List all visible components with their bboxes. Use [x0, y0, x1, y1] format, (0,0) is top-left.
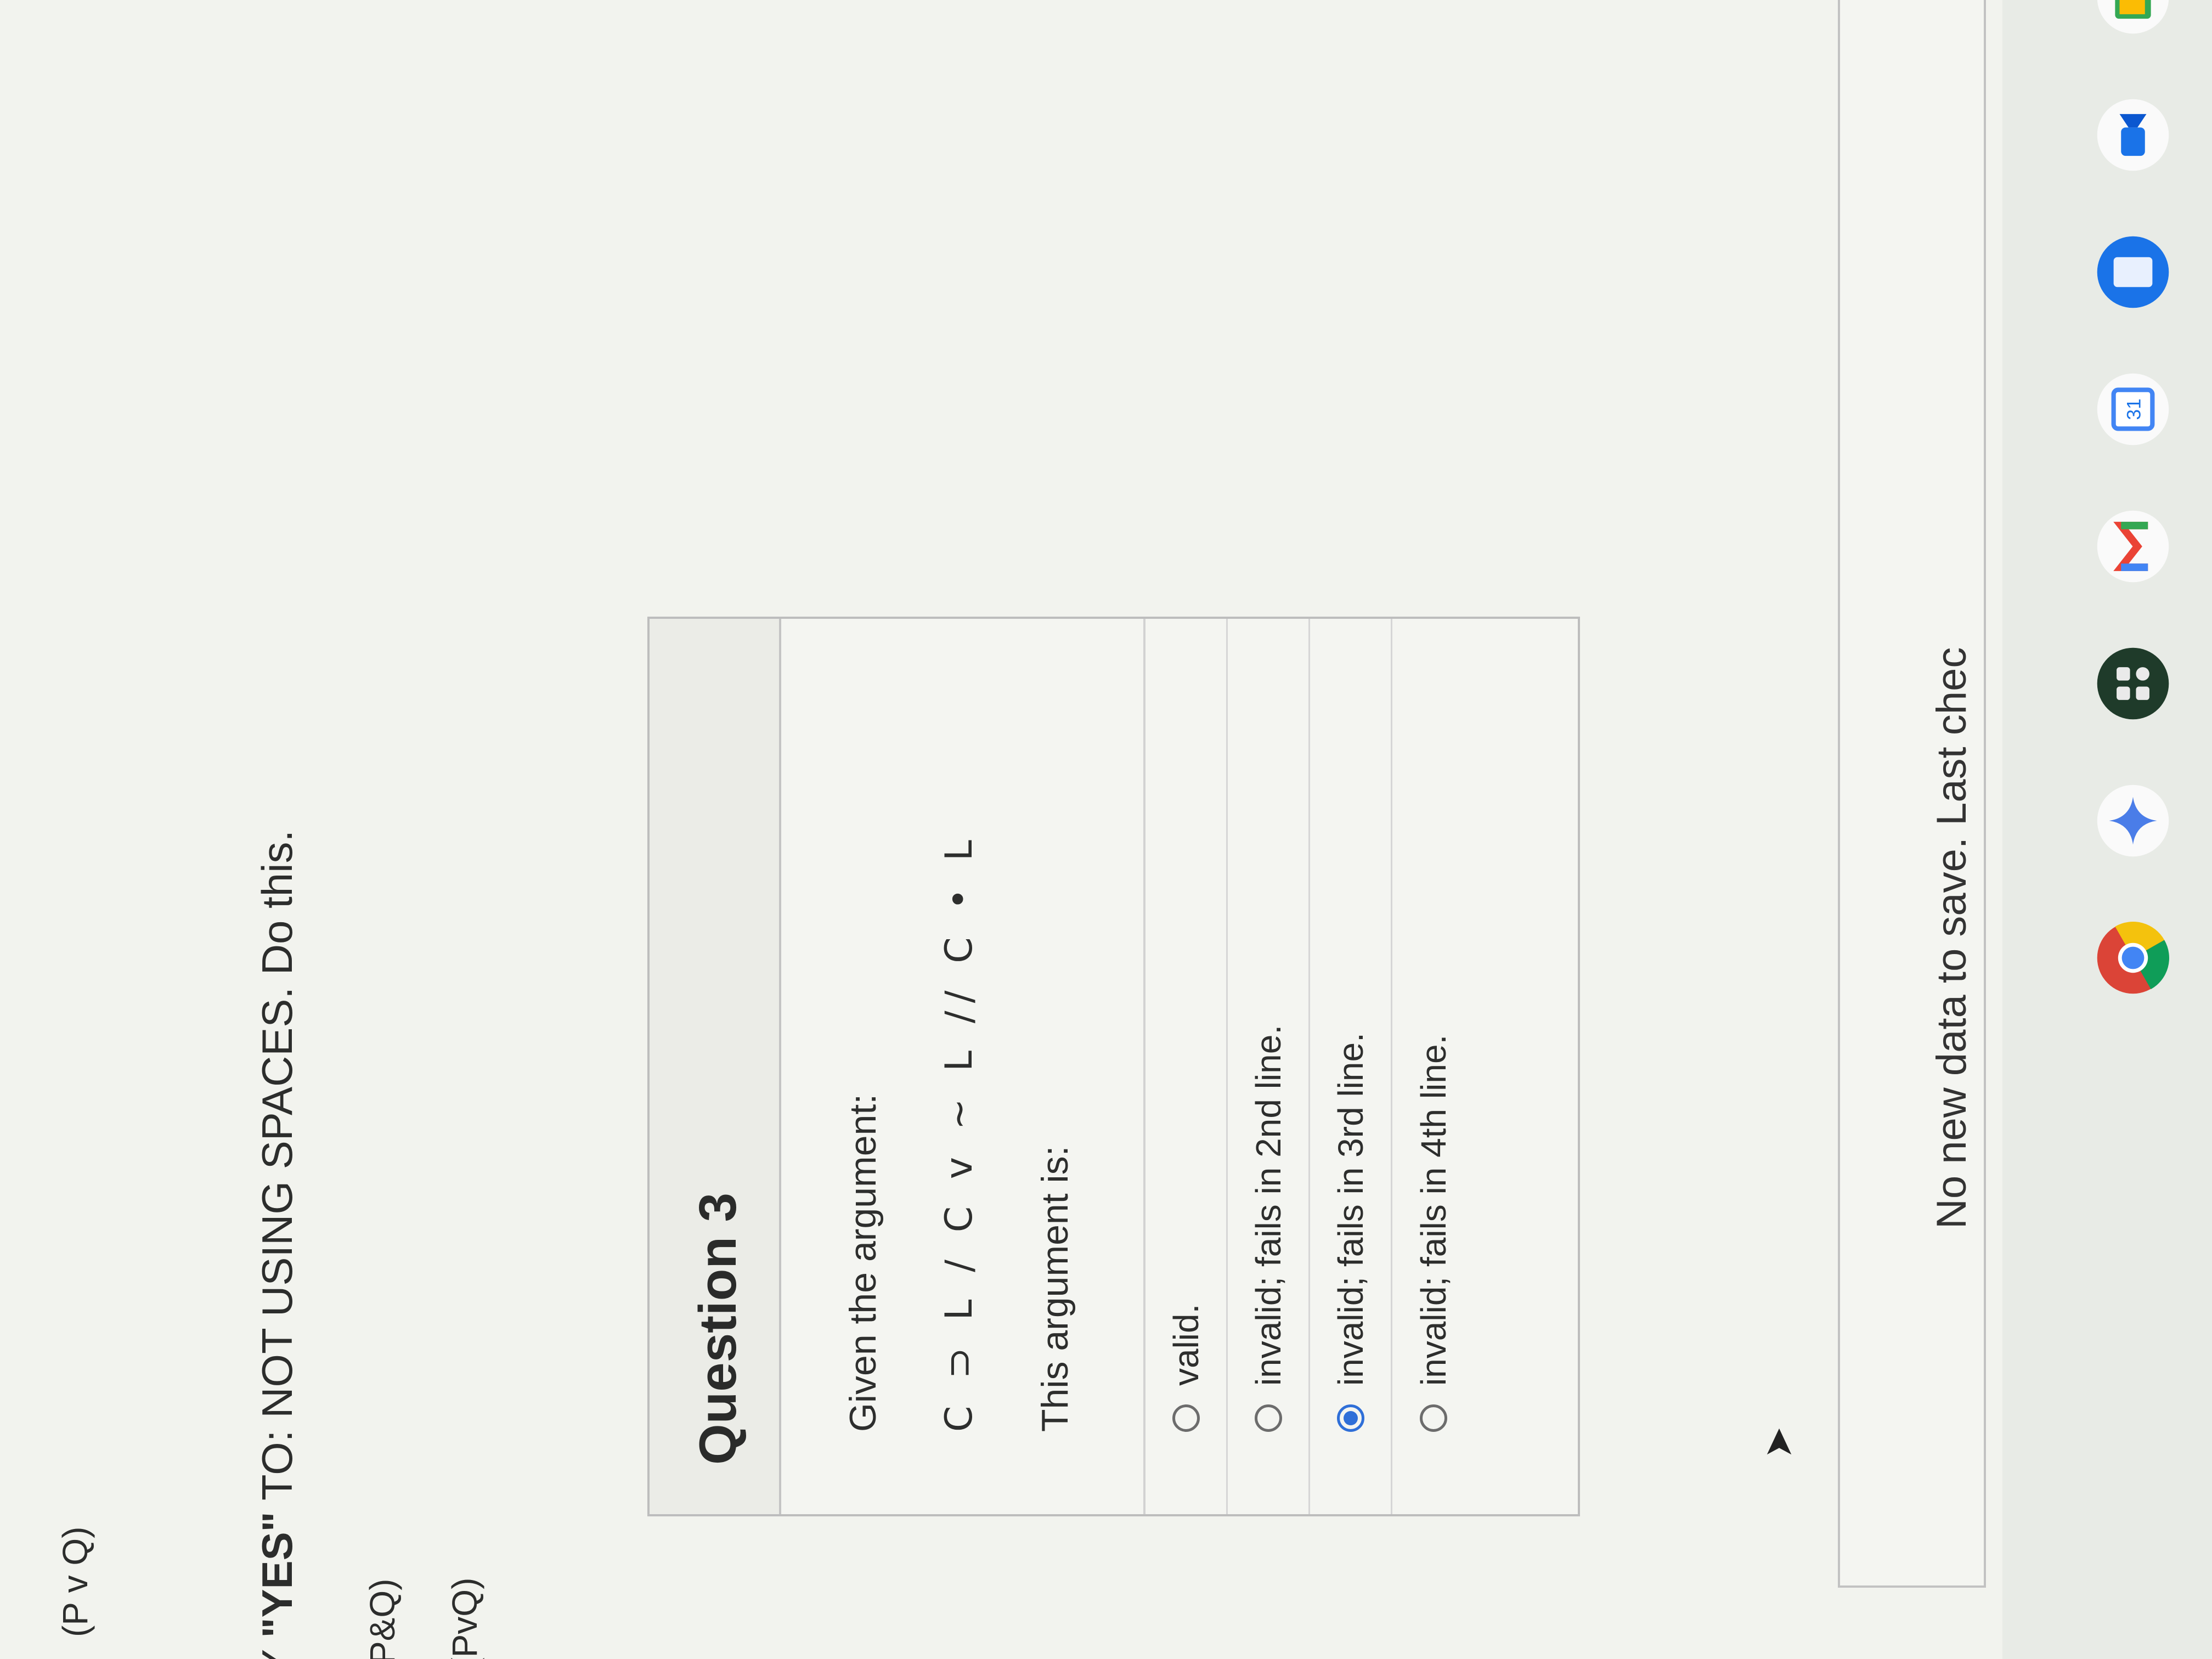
previous-answer-formula: (P v Q) [55, 1526, 95, 1638]
radio-button[interactable] [1420, 1404, 1447, 1432]
option-label: invalid; fails in 3rd line. [1330, 1032, 1370, 1386]
apps-grid-icon[interactable] [2096, 646, 2170, 721]
question-header: Question 3 [650, 619, 781, 1514]
gmail-icon[interactable] [2096, 509, 2170, 584]
instruction-emphasis: "YES" [253, 1511, 301, 1638]
answer-option-fails-4th[interactable]: invalid; fails in 4th line. [1392, 619, 1475, 1514]
calendar-icon[interactable]: 31 [2096, 372, 2170, 447]
option-label: invalid; fails in 2nd line. [1248, 1024, 1288, 1386]
calendar-day: 31 [2124, 398, 2145, 420]
answer-option-fails-2nd[interactable]: invalid; fails in 2nd line. [1228, 619, 1310, 1514]
radio-button-selected[interactable] [1336, 1404, 1364, 1432]
save-status-bar: No new data to save. Last chec [1838, 0, 1986, 1588]
answer-options: valid. invalid; fails in 2nd line. inval… [1143, 619, 1475, 1514]
question-lead: This argument is: [1034, 1146, 1076, 1432]
previous-instruction: AY "YES" TO: NOT USING SPACES. Do this. [252, 830, 302, 1659]
question-title: Question 3 [689, 1192, 747, 1465]
previous-answer-line-a: P&Q) [363, 1578, 402, 1659]
rotated-page: (P v Q) AY "YES" TO: NOT USING SPACES. D… [0, 0, 2212, 1659]
meet-icon[interactable] [2096, 98, 2170, 172]
docs-icon[interactable] [2096, 235, 2170, 309]
save-status-text: No new data to save. Last chec [1928, 647, 1975, 1229]
argument-formula: C ⊃ L / C v ~ L // C • L [938, 832, 981, 1432]
option-label: valid. [1166, 1304, 1206, 1386]
radio-button[interactable] [1172, 1404, 1200, 1432]
answer-option-valid[interactable]: valid. [1146, 619, 1228, 1514]
instruction-prefix: AY [253, 1638, 301, 1659]
radio-button[interactable] [1254, 1404, 1282, 1432]
question-card: Question 3 Given the argument: C ⊃ L / C… [647, 617, 1580, 1516]
answer-option-fails-3rd[interactable]: invalid; fails in 3rd line. [1310, 619, 1392, 1514]
previous-answer-line-b: -(PvQ) [445, 1577, 484, 1659]
instruction-suffix: TO: NOT USING SPACES. Do this. [253, 830, 301, 1512]
gemini-icon[interactable] [2096, 783, 2170, 858]
os-taskbar: 31 [2002, 0, 2212, 1659]
question-prompt: Given the argument: [842, 1093, 884, 1432]
option-label: invalid; fails in 4th line. [1414, 1034, 1453, 1386]
classroom-icon[interactable] [2096, 0, 2170, 35]
mouse-cursor-icon: ➤ [1757, 1426, 1799, 1459]
chrome-icon[interactable] [2096, 921, 2170, 995]
